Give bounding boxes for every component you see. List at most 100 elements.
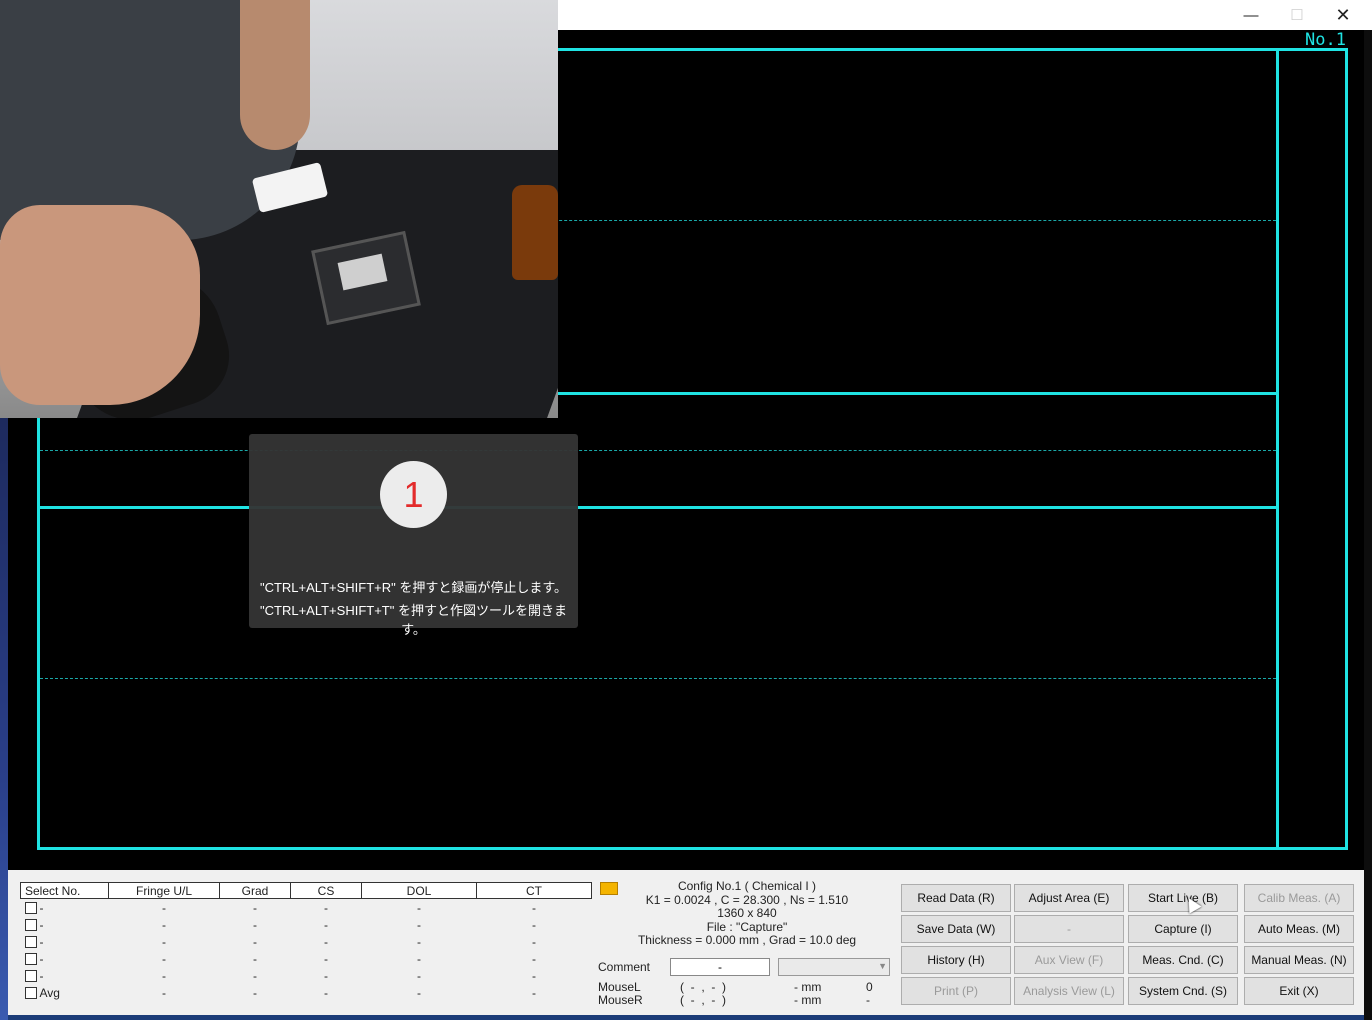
capture-button[interactable]: Capture (I) — [1128, 915, 1238, 943]
calib-meas-button[interactable]: Calib Meas. (A) — [1244, 884, 1354, 912]
config-info: Config No.1 ( Chemical I ) K1 = 0.0024 ,… — [628, 879, 866, 948]
cell: - — [162, 968, 166, 983]
col-grad: Grad — [219, 882, 291, 899]
row-select-1[interactable]: - — [21, 899, 109, 917]
cell: - — [324, 951, 328, 966]
control-panel: Select No. Fringe U/L Grad CS DOL CT - -… — [8, 870, 1364, 1015]
col-dol: DOL — [361, 882, 477, 899]
mouse-l-extra: 0 — [866, 980, 873, 994]
row-checkbox[interactable] — [24, 987, 37, 1000]
cell: - — [162, 900, 166, 915]
cell: - — [532, 985, 536, 1000]
row-label: - — [39, 900, 44, 915]
row-select-avg[interactable]: Avg — [21, 984, 109, 1001]
file-name: File : "Capture" — [706, 919, 788, 934]
comment-input[interactable]: - — [670, 958, 770, 976]
mouse-r-extra: - — [866, 993, 870, 1007]
analysis-view-button[interactable]: Analysis View (L) — [1014, 977, 1124, 1005]
table-header-row: Select No. Fringe U/L Grad CS DOL CT — [20, 882, 592, 899]
mouse-l-label: MouseL — [598, 980, 641, 994]
cell: - — [253, 900, 257, 915]
col-fringe: Fringe U/L — [108, 882, 220, 899]
row-checkbox[interactable] — [24, 936, 37, 949]
auto-meas-button[interactable]: Auto Meas. (M) — [1244, 915, 1354, 943]
cell: - — [162, 917, 166, 932]
cell: - — [532, 951, 536, 966]
cell: - — [324, 934, 328, 949]
cell: - — [162, 985, 166, 1000]
row-select-5[interactable]: - — [21, 967, 109, 984]
meas-cnd-button[interactable]: Meas. Cnd. (C) — [1128, 946, 1238, 974]
read-data-button[interactable]: Read Data (R) — [901, 884, 1011, 912]
adjust-area-button[interactable]: Adjust Area (E) — [1014, 884, 1124, 912]
cell: - — [417, 985, 421, 1000]
cell: - — [417, 951, 421, 966]
cell: - — [253, 934, 257, 949]
config-number-label: No.1 — [1305, 30, 1346, 50]
bottle-image — [512, 185, 558, 280]
row-checkbox[interactable] — [24, 953, 37, 966]
cell: - — [417, 917, 421, 932]
aux-view-button[interactable]: Aux View (F) — [1014, 946, 1124, 974]
mouse-r-value: - mm — [794, 993, 822, 1007]
start-live-button[interactable]: Start Live (B) — [1128, 884, 1238, 912]
comment-dropdown[interactable]: ▼ — [778, 958, 890, 976]
row-label: - — [39, 934, 44, 949]
save-data-button[interactable]: Save Data (W) — [901, 915, 1011, 943]
operator-arm-image — [240, 0, 310, 150]
taskbar — [8, 1015, 1364, 1020]
table-row: - - - - - - — [21, 933, 592, 950]
cell: - — [162, 934, 166, 949]
cell: - — [532, 917, 536, 932]
measure-line-2[interactable] — [37, 506, 1279, 509]
popup-line-1: "CTRL+ALT+SHIFT+R" を押すと録画が停止します。 — [259, 580, 568, 595]
table-row: - - - - - - — [21, 950, 592, 967]
exit-button[interactable]: Exit (X) — [1244, 977, 1354, 1005]
blank-button[interactable]: - — [1014, 915, 1124, 943]
col-cs: CS — [290, 882, 362, 899]
minimize-button[interactable]: — — [1228, 0, 1274, 30]
cell: - — [417, 934, 421, 949]
row-checkbox[interactable] — [24, 970, 37, 983]
cell: - — [253, 985, 257, 1000]
cell: - — [253, 968, 257, 983]
guide-line-3 — [40, 678, 1276, 679]
hand-image — [0, 205, 200, 405]
cell: - — [532, 900, 536, 915]
desktop-edge — [1364, 30, 1372, 1020]
webcam-overlay — [0, 0, 558, 418]
maximize-button[interactable]: ☐ — [1274, 0, 1320, 30]
mouse-l-coords: ( - , - ) — [680, 980, 726, 994]
cell: - — [324, 985, 328, 1000]
close-button[interactable]: ✕ — [1320, 0, 1366, 30]
row-select-2[interactable]: - — [21, 916, 109, 933]
thickness-grad: Thickness = 0.000 mm , Grad = 10.0 deg — [637, 933, 857, 947]
system-cnd-button[interactable]: System Cnd. (S) — [1128, 977, 1238, 1005]
cell: - — [417, 900, 421, 915]
cell: - — [324, 900, 328, 915]
guide-line-2 — [40, 450, 1276, 451]
status-indicator — [600, 882, 618, 895]
frame-bottom — [37, 847, 1348, 850]
results-table: Select No. Fringe U/L Grad CS DOL CT - -… — [20, 882, 592, 1001]
table-row: Avg - - - - - — [21, 984, 592, 1001]
image-resolution: 1360 x 840 — [717, 906, 777, 920]
desktop-background — [0, 418, 8, 1020]
col-ct: CT — [476, 882, 592, 899]
mouse-r-label: MouseR — [598, 993, 643, 1007]
cell: - — [253, 917, 257, 932]
row-label: - — [39, 951, 44, 966]
print-button[interactable]: Print (P) — [901, 977, 1011, 1005]
row-checkbox[interactable] — [24, 919, 37, 932]
history-button[interactable]: History (H) — [901, 946, 1011, 974]
manual-meas-button[interactable]: Manual Meas. (N) — [1244, 946, 1354, 974]
row-label: - — [39, 917, 44, 932]
mouse-r-coords: ( - , - ) — [680, 993, 726, 1007]
cell: - — [324, 968, 328, 983]
cell: - — [253, 951, 257, 966]
row-label: Avg — [39, 985, 60, 1000]
recorder-popup: 1 "CTRL+ALT+SHIFT+R" を押すと録画が停止します。 "CTRL… — [249, 434, 578, 637]
row-select-4[interactable]: - — [21, 950, 109, 967]
row-select-3[interactable]: - — [21, 933, 109, 950]
row-checkbox[interactable] — [24, 902, 37, 915]
